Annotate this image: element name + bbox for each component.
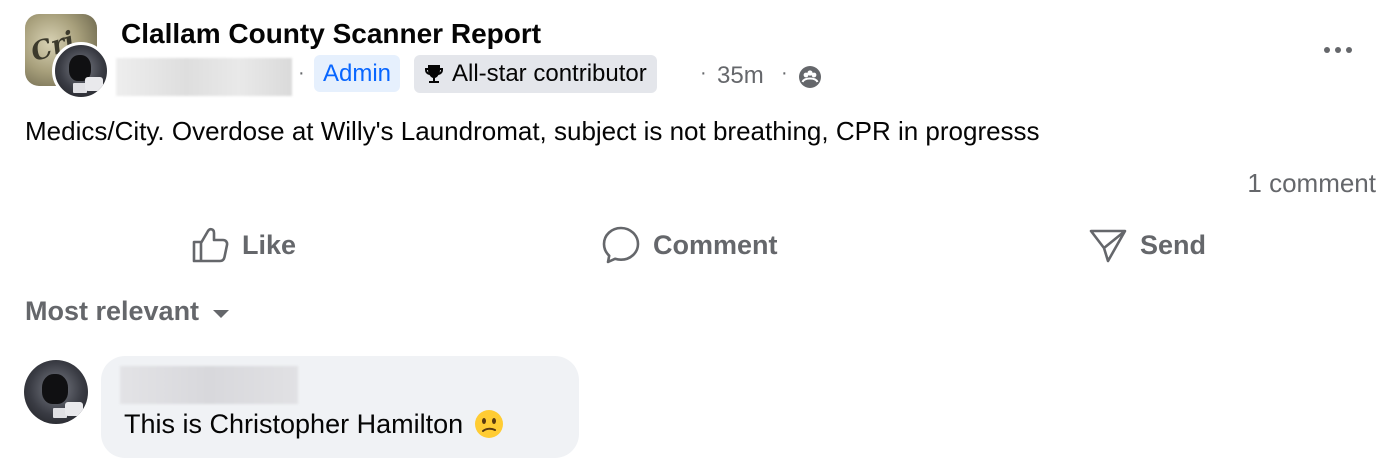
badge-label: All-star contributor bbox=[452, 60, 647, 87]
all-star-contributor-badge[interactable]: All-star contributor bbox=[414, 55, 657, 93]
post-timestamp[interactable]: 35m bbox=[717, 62, 764, 90]
post-text: Medics/City. Overdose at Willy's Laundro… bbox=[25, 116, 1040, 146]
comment-sort-dropdown[interactable]: Most relevant bbox=[25, 296, 230, 327]
comment-text: This is Christopher Hamilton bbox=[124, 408, 505, 440]
like-button[interactable]: Like bbox=[190, 222, 296, 268]
send-button[interactable]: Send bbox=[1088, 222, 1206, 268]
face-confused-icon bbox=[475, 410, 504, 438]
commenter-avatar[interactable] bbox=[24, 360, 88, 424]
admin-badge: Admin bbox=[314, 55, 401, 92]
author-avatar[interactable] bbox=[52, 42, 110, 100]
trophy-icon bbox=[424, 65, 444, 83]
sort-label: Most relevant bbox=[25, 296, 200, 326]
thumbs-up-icon bbox=[192, 227, 229, 263]
commenter-name-redacted[interactable] bbox=[120, 366, 298, 404]
separator-dot: · bbox=[781, 62, 788, 84]
comment-count[interactable]: 1 comment bbox=[1247, 168, 1376, 199]
comment-button[interactable]: Comment bbox=[601, 222, 778, 268]
more-options-icon[interactable] bbox=[1316, 38, 1360, 62]
separator-dot: · bbox=[298, 62, 305, 84]
group-name[interactable]: Clallam County Scanner Report bbox=[121, 18, 541, 50]
comment-body: This is Christopher Hamilton bbox=[124, 408, 464, 439]
author-name-redacted[interactable] bbox=[116, 58, 292, 96]
group-audience-icon[interactable] bbox=[797, 64, 823, 90]
speech-bubble-icon bbox=[602, 226, 640, 264]
separator-dot: · bbox=[700, 62, 707, 84]
comment-label: Comment bbox=[653, 229, 778, 260]
send-icon bbox=[1089, 229, 1127, 263]
chevron-down-icon bbox=[213, 309, 230, 318]
send-label: Send bbox=[1140, 229, 1207, 260]
like-label: Like bbox=[242, 229, 297, 260]
